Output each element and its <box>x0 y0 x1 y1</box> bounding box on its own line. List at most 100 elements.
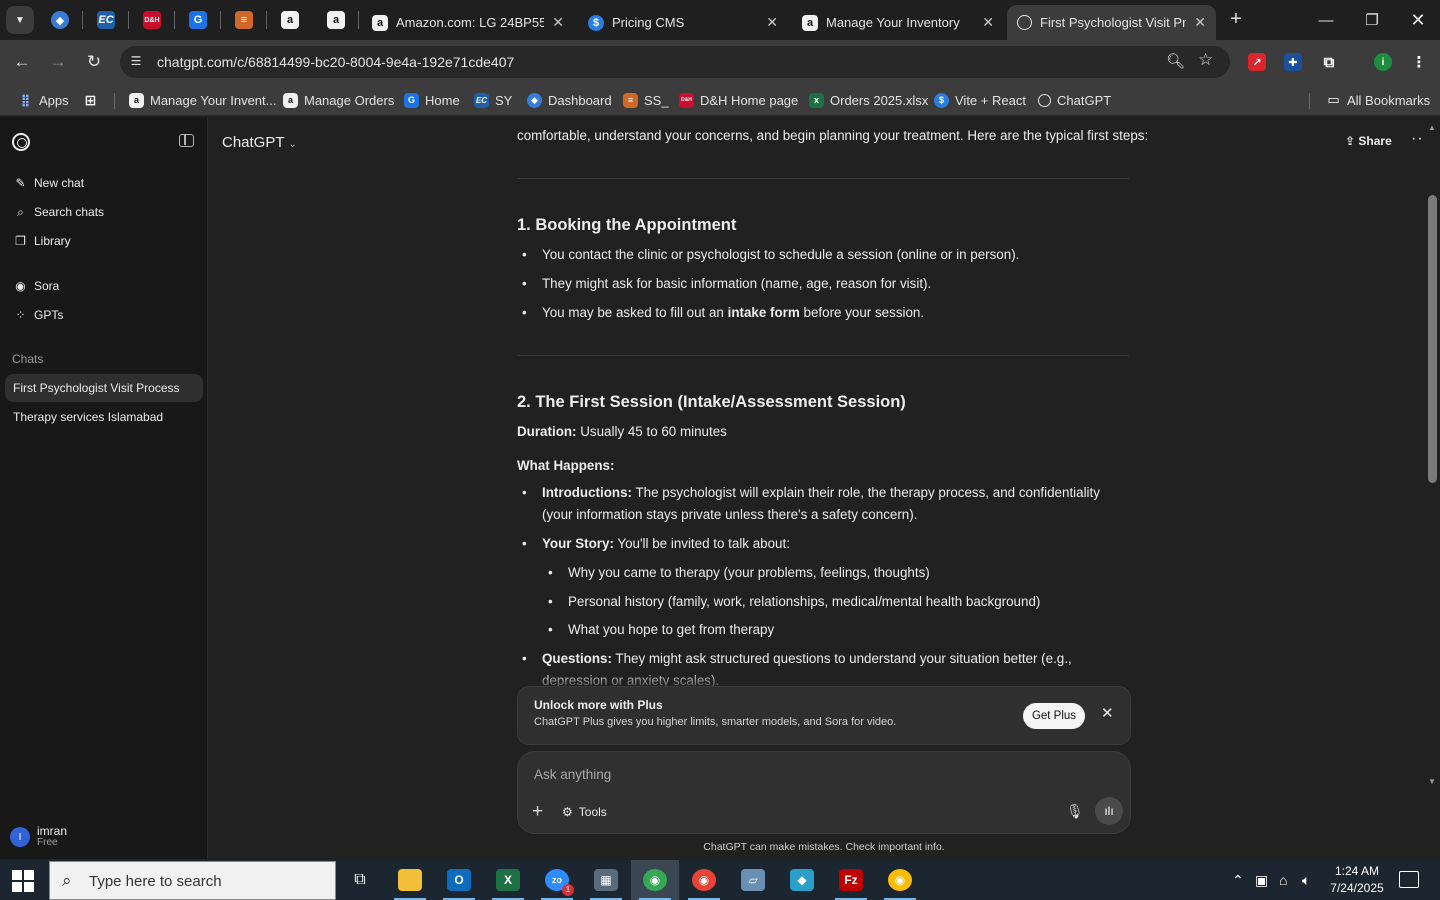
restore-button[interactable]: ❐ <box>1352 6 1392 34</box>
tab-groups-button[interactable]: ⊞ <box>83 91 104 109</box>
bookmark-dashboard[interactable]: ◆ Dashboard <box>527 91 612 109</box>
volume-icon[interactable]: 🔈︎ <box>1302 872 1310 889</box>
bookmark-sy[interactable]: EC SY <box>474 91 512 109</box>
chat-item-therapy-services[interactable]: Therapy services Islamabad <box>5 403 203 431</box>
bookmark-vite-react[interactable]: $ Vite + React <box>934 91 1026 109</box>
tab-divider <box>266 11 267 29</box>
taskbar-filezilla[interactable]: Fz <box>827 860 875 900</box>
taskbar-outlook[interactable]: O <box>435 860 483 900</box>
amazon-icon: a <box>327 11 345 29</box>
star-bookmark-icon[interactable]: ☆ <box>1198 50 1213 70</box>
scroll-down-icon[interactable]: ▼ <box>1428 777 1436 786</box>
pinned-tab[interactable]: a <box>322 8 350 32</box>
bookmark-apps[interactable]: ⣿ Apps <box>18 91 69 109</box>
pinned-tab[interactable]: G <box>184 8 212 32</box>
all-bookmarks[interactable]: ▭ All Bookmarks <box>1326 91 1430 109</box>
pinned-tab[interactable]: ◆ <box>46 8 74 32</box>
get-plus-button[interactable]: Get Plus <box>1023 703 1085 729</box>
chevron-up-icon[interactable]: ⌃ <box>1232 872 1244 889</box>
share-button[interactable]: ⇪ Share <box>1345 134 1392 148</box>
plus-icon: + <box>1230 8 1242 30</box>
sidebar-item-library[interactable]: ❐ Library <box>8 228 202 254</box>
bookmark-dh-home[interactable]: D&H D&H Home page <box>679 91 798 109</box>
tab-search-button[interactable]: ▼ <box>6 6 34 34</box>
close-icon[interactable]: ✕ <box>766 14 778 31</box>
pinned-tab[interactable]: a <box>276 8 304 32</box>
bookmark-label: Dashboard <box>548 92 612 108</box>
close-window-button[interactable]: ✕ <box>1398 6 1438 34</box>
bookmark-chatgpt[interactable]: ChatGPT <box>1038 91 1111 109</box>
model-selector[interactable]: ChatGPT ⌄ <box>222 134 297 151</box>
profile-avatar[interactable]: i <box>1374 53 1392 71</box>
reload-button[interactable]: ↻ <box>80 48 108 76</box>
tools-button[interactable]: ⚙︎ Tools <box>562 805 607 819</box>
scroll-up-icon[interactable]: ▲ <box>1428 123 1436 132</box>
close-icon[interactable]: ✕ <box>1194 14 1206 31</box>
taskbar-chrome-3[interactable]: ◉ <box>876 860 924 900</box>
taskbar-excel[interactable]: X <box>484 860 532 900</box>
bookmark-home[interactable]: G Home <box>404 91 460 109</box>
taskbar-chrome[interactable]: ◉ <box>631 860 679 900</box>
bookmark-ss[interactable]: ≡ SS_ <box>623 91 669 109</box>
bookmark-orders-xlsx[interactable]: x Orders 2025.xlsx <box>809 91 928 109</box>
prompt-input[interactable]: Ask anything <box>534 767 611 782</box>
chat-item-first-psychologist-visit[interactable]: First Psychologist Visit Process <box>5 374 203 402</box>
chatgpt-logo-icon[interactable] <box>12 133 30 151</box>
close-icon[interactable]: ✕ <box>552 14 564 31</box>
prompt-composer[interactable]: Ask anything + ⚙︎ Tools 🎙︎ ılı <box>517 751 1131 834</box>
pdf-extension-icon[interactable]: ↗ <box>1248 53 1266 71</box>
pinned-tab[interactable]: D&H <box>138 8 166 32</box>
taskbar-app[interactable]: ▱ <box>729 860 777 900</box>
back-button[interactable]: ← <box>8 48 36 76</box>
taskbar-file-explorer[interactable] <box>386 860 434 900</box>
tab-manage-inventory[interactable]: a Manage Your Inventory ✕ <box>792 5 1004 40</box>
bookmark-manage-inventory[interactable]: a Manage Your Invent... <box>129 91 276 109</box>
task-view-button[interactable]: ⧉ <box>336 860 384 900</box>
arrow-left-icon: ← <box>13 52 31 71</box>
clock[interactable]: 1:24 AM 7/24/2025 <box>1326 863 1388 897</box>
user-menu[interactable]: I imran Free <box>10 825 67 849</box>
sidebar-toggle-icon[interactable] <box>179 134 194 147</box>
sidebar-item-search-chats[interactable]: ⌕ Search chats <box>8 199 202 225</box>
minimize-button[interactable]: — <box>1306 6 1346 34</box>
kebab-menu-icon[interactable]: ⋮ <box>1410 53 1428 71</box>
taskbar-app-2[interactable]: ◆ <box>778 860 826 900</box>
microphone-icon[interactable]: 🎙︎ <box>1066 803 1084 820</box>
close-icon[interactable]: ✕ <box>982 14 994 31</box>
voice-mode-button[interactable]: ılı <box>1095 797 1123 825</box>
tab-title: Manage Your Inventory <box>826 15 960 30</box>
taskbar-calculator[interactable]: ▦ <box>582 860 630 900</box>
duration-value: Usually 45 to 60 minutes <box>576 424 727 439</box>
windows-start-icon[interactable] <box>12 870 34 892</box>
url-text[interactable]: chatgpt.com/c/68814499-bc20-8004-9e4a-19… <box>157 54 514 70</box>
taskbar-search[interactable]: ⌕ Type here to search <box>49 861 336 900</box>
chrome-icon: ◉ <box>888 869 912 891</box>
notification-icon[interactable] <box>1399 871 1419 888</box>
network-icon[interactable]: ⌂ <box>1279 872 1287 888</box>
security-icon[interactable]: ▣ <box>1255 872 1268 889</box>
amazon-icon: a <box>281 11 299 29</box>
extension-icon[interactable]: ✚ <box>1284 53 1302 71</box>
tab-amazon-lg[interactable]: a Amazon.com: LG 24BP55Q ✕ <box>362 5 574 40</box>
extensions-puzzle-icon[interactable]: ⧉ <box>1320 53 1338 71</box>
pinned-tab[interactable]: ≡ <box>230 8 258 32</box>
pinned-tab[interactable]: EC <box>92 8 120 32</box>
tab-pricing-cms[interactable]: $ Pricing CMS ✕ <box>578 5 788 40</box>
tab-first-psychologist-visit[interactable]: First Psychologist Visit Proc ✕ <box>1007 5 1216 40</box>
clock-date: 7/24/2025 <box>1330 881 1384 895</box>
sidebar-item-gpts[interactable]: ⁘ GPTs <box>8 302 202 328</box>
bookmark-manage-orders[interactable]: a Manage Orders <box>283 91 394 109</box>
close-icon[interactable]: ✕ <box>1101 704 1114 722</box>
sidebar-item-sora[interactable]: ◉ Sora <box>8 273 202 299</box>
site-info-icon[interactable]: ☰ <box>128 54 144 70</box>
new-tab-button[interactable]: + <box>1225 8 1247 32</box>
bookmark-divider <box>1309 93 1310 109</box>
zoom-icon[interactable]: 🔍︎ <box>1166 52 1185 70</box>
sidebar-item-new-chat[interactable]: ✎ New chat <box>8 170 202 196</box>
taskbar-zoom[interactable]: zo 1 <box>533 860 581 900</box>
address-bar[interactable]: ☰ chatgpt.com/c/68814499-bc20-8004-9e4a-… <box>120 46 1230 78</box>
forward-button[interactable]: → <box>44 48 72 76</box>
scrollbar-thumb[interactable] <box>1428 195 1437 483</box>
plus-icon[interactable]: + <box>532 801 543 823</box>
taskbar-chrome-2[interactable]: ◉ <box>680 860 728 900</box>
